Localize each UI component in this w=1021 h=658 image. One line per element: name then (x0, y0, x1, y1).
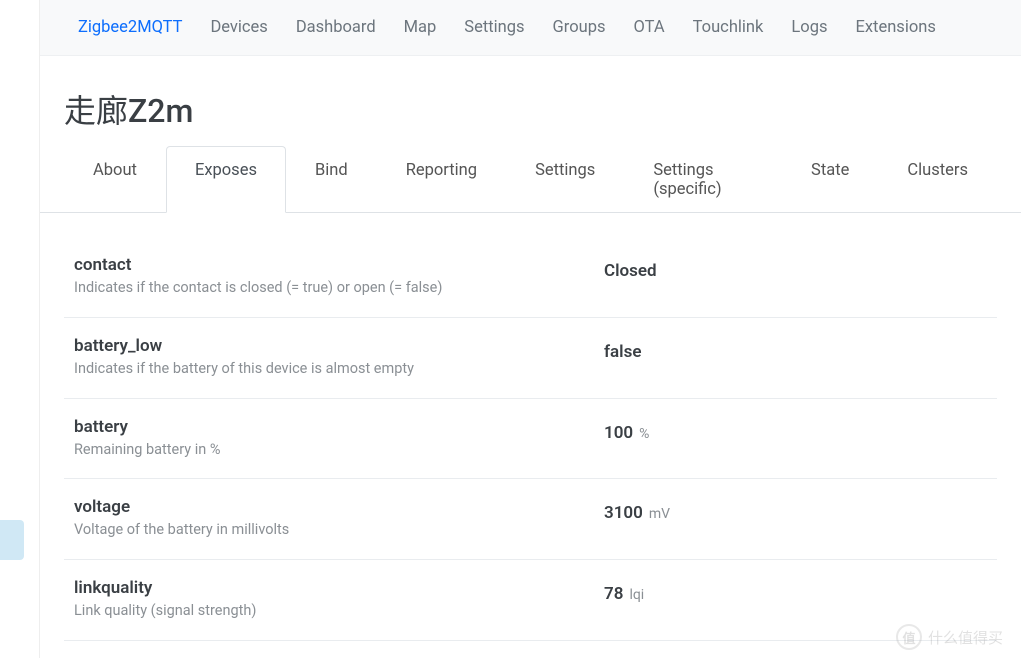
expose-left: linkquality Link quality (signal strengt… (74, 578, 604, 622)
content-area: 走廊Z2m About Exposes Bind Reporting Setti… (40, 56, 1021, 641)
expose-right: false (604, 336, 987, 362)
sidebar-accent (0, 520, 24, 560)
top-nav: Zigbee2MQTT Devices Dashboard Map Settin… (40, 0, 1021, 56)
expose-name: contact (74, 255, 604, 275)
expose-unit: mV (649, 506, 670, 522)
expose-name: voltage (74, 497, 604, 517)
expose-right: 78 lqi (604, 578, 987, 604)
nav-item-dashboard[interactable]: Dashboard (296, 18, 376, 37)
nav-item-groups[interactable]: Groups (553, 18, 606, 37)
nav-item-touchlink[interactable]: Touchlink (693, 18, 764, 37)
exposes-panel: contact Indicates if the contact is clos… (64, 213, 997, 641)
tab-reporting[interactable]: Reporting (377, 146, 506, 213)
expose-unit: lqi (629, 587, 644, 603)
expose-value: 100 (604, 423, 633, 443)
expose-right: Closed (604, 255, 987, 281)
expose-row-battery: battery Remaining battery in % 100 % (64, 399, 997, 480)
expose-description: Link quality (signal strength) (74, 600, 604, 622)
nav-item-map[interactable]: Map (404, 18, 437, 37)
expose-left: voltage Voltage of the battery in milliv… (74, 497, 604, 541)
expose-name: linkquality (74, 578, 604, 598)
nav-item-ota[interactable]: OTA (634, 18, 665, 37)
expose-row-voltage: voltage Voltage of the battery in milliv… (64, 479, 997, 560)
nav-brand[interactable]: Zigbee2MQTT (78, 18, 182, 37)
device-tabs: About Exposes Bind Reporting Settings Se… (40, 146, 1021, 213)
tab-exposes[interactable]: Exposes (166, 146, 286, 213)
tab-bind[interactable]: Bind (286, 146, 377, 213)
page-title: 走廊Z2m (40, 80, 1021, 146)
tab-clusters[interactable]: Clusters (878, 146, 997, 213)
nav-item-devices[interactable]: Devices (210, 18, 267, 37)
expose-value: Closed (604, 261, 657, 281)
expose-value: 78 (604, 584, 623, 604)
expose-row-battery-low: battery_low Indicates if the battery of … (64, 318, 997, 399)
expose-description: Voltage of the battery in millivolts (74, 519, 604, 541)
expose-left: battery_low Indicates if the battery of … (74, 336, 604, 380)
expose-description: Indicates if the contact is closed (= tr… (74, 277, 604, 299)
tab-settings-specific[interactable]: Settings (specific) (624, 146, 782, 213)
expose-value: false (604, 342, 641, 362)
expose-left: contact Indicates if the contact is clos… (74, 255, 604, 299)
app-left-sidebar (0, 0, 40, 658)
tab-settings[interactable]: Settings (506, 146, 624, 213)
nav-item-extensions[interactable]: Extensions (855, 18, 935, 37)
tab-state[interactable]: State (782, 146, 878, 213)
expose-description: Indicates if the battery of this device … (74, 358, 604, 380)
expose-name: battery_low (74, 336, 604, 356)
expose-row-contact: contact Indicates if the contact is clos… (64, 243, 997, 318)
nav-item-logs[interactable]: Logs (791, 18, 827, 37)
expose-value: 3100 (604, 503, 643, 523)
expose-row-linkquality: linkquality Link quality (signal strengt… (64, 560, 997, 641)
main-wrapper: Zigbee2MQTT Devices Dashboard Map Settin… (40, 0, 1021, 658)
expose-left: battery Remaining battery in % (74, 417, 604, 461)
expose-unit: % (639, 426, 649, 442)
expose-description: Remaining battery in % (74, 439, 604, 461)
expose-right: 100 % (604, 417, 987, 443)
tab-about[interactable]: About (64, 146, 166, 213)
expose-name: battery (74, 417, 604, 437)
expose-right: 3100 mV (604, 497, 987, 523)
nav-item-settings[interactable]: Settings (464, 18, 524, 37)
